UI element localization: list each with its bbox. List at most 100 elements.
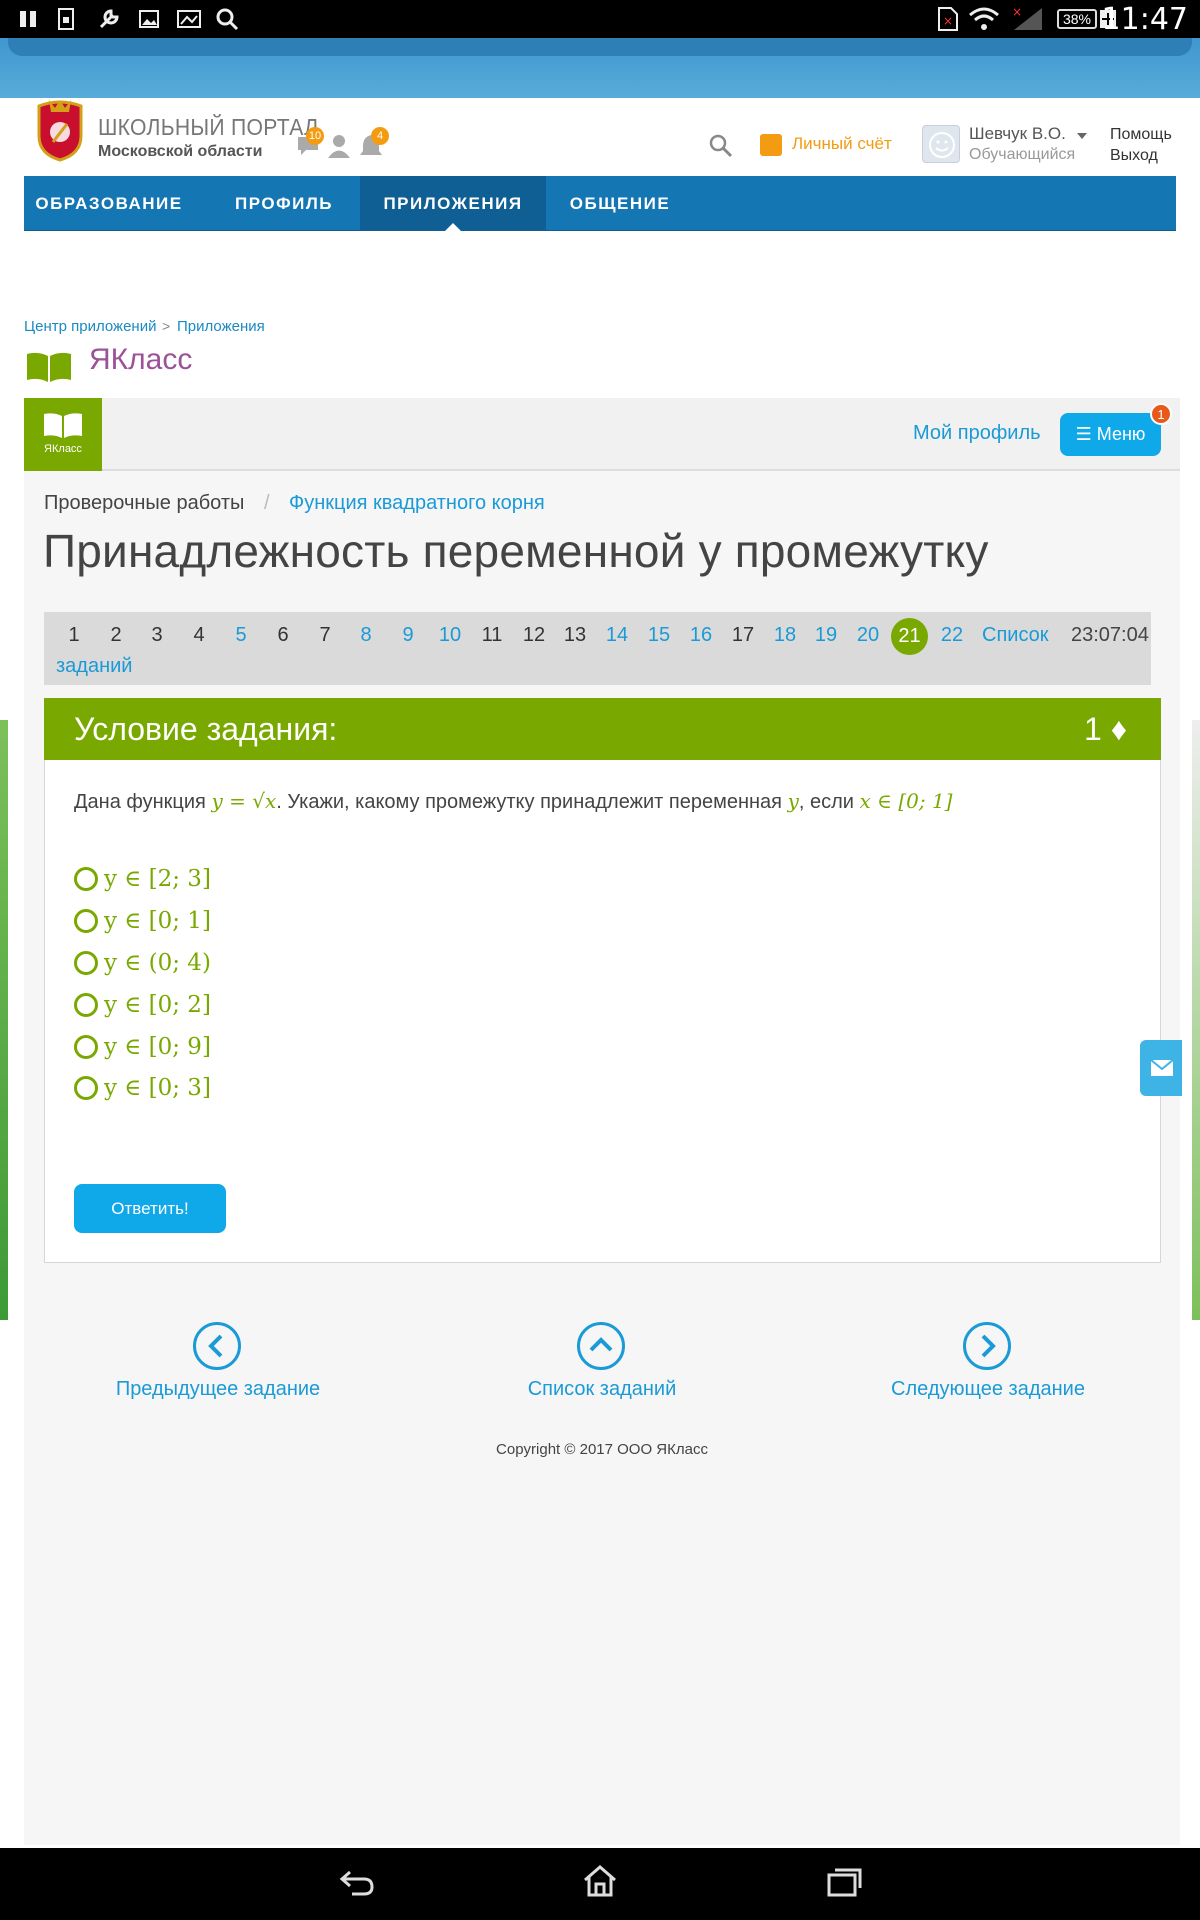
breadcrumb-tests[interactable]: Проверочные работы [44, 492, 244, 515]
task-number-21[interactable]: 21 [891, 618, 928, 655]
wrench-icon [97, 6, 121, 32]
user-icon[interactable] [326, 133, 352, 159]
radio-button[interactable] [74, 909, 98, 933]
user-role: Обучающийся [969, 146, 1076, 163]
user-name[interactable]: Шевчук В.О. [969, 124, 1066, 144]
page-title: Принадлежность переменной y промежутку [43, 525, 989, 577]
nav-applications[interactable]: ПРИЛОЖЕНИЯ [360, 176, 546, 231]
question-middle: . Укажи, какому промежутку принадлежит п… [276, 791, 788, 813]
wallet-icon[interactable] [760, 134, 782, 156]
question-condition: x ∈ [0; 1] [859, 789, 953, 813]
task-number-5[interactable]: 5 [226, 624, 256, 647]
screenshot-icon [176, 6, 202, 32]
yaklass-logo[interactable] [24, 398, 102, 471]
task-card [44, 698, 1161, 1263]
signal-icon: × [1012, 6, 1046, 32]
task-list-link[interactable]: Список [982, 624, 1049, 647]
breadcrumb-topic[interactable]: Функция квадратного корня [289, 492, 545, 515]
task-list-icon[interactable] [577, 1322, 625, 1370]
back-icon[interactable] [338, 1866, 376, 1903]
radio-button[interactable] [74, 867, 98, 891]
breadcrumb-applications[interactable]: Приложения [177, 318, 265, 335]
side-decoration-left [0, 720, 8, 1320]
nav-education[interactable]: ОБРАЗОВАНИЕ [24, 176, 194, 231]
search-icon [215, 6, 239, 32]
submit-answer-button[interactable]: Ответить! [74, 1184, 226, 1233]
avatar[interactable] [922, 125, 960, 163]
portal-title[interactable]: ШКОЛЬНЫЙ ПОРТАЛ [98, 114, 318, 141]
task-number-8[interactable]: 8 [351, 624, 381, 647]
book-icon [26, 351, 72, 383]
task-number-12: 12 [522, 624, 546, 646]
answer-option-6[interactable]: y ∈ [0; 3] [74, 1073, 211, 1103]
menu-badge: 1 [1150, 403, 1172, 425]
task-number-7: 7 [319, 624, 331, 646]
task-number-19[interactable]: 19 [811, 624, 841, 647]
task-number-17: 17 [731, 624, 755, 646]
question-function: y = √x [211, 789, 277, 813]
help-link[interactable]: Помощь [1110, 126, 1172, 144]
next-task-icon[interactable] [963, 1322, 1011, 1370]
task-number-9[interactable]: 9 [393, 624, 423, 647]
option-label: y ∈ [0; 2] [104, 992, 211, 1018]
option-label: y ∈ [0; 9] [104, 1034, 211, 1060]
task-number-15[interactable]: 15 [644, 624, 674, 647]
hamburger-icon: ☰ [1075, 424, 1092, 444]
recent-apps-icon[interactable] [826, 1866, 862, 1903]
nav-profile[interactable]: ПРОФИЛЬ [194, 176, 374, 231]
prev-task-icon[interactable] [193, 1322, 241, 1370]
breadcrumb-app-center[interactable]: Центр приложений [24, 318, 156, 335]
my-profile-link[interactable]: Мой профиль [913, 422, 1041, 445]
account-link[interactable]: Личный счёт [792, 134, 892, 154]
task-number-10[interactable]: 10 [435, 624, 465, 647]
task-number-16[interactable]: 16 [686, 624, 716, 647]
main-navigation: ОБРАЗОВАНИЕ ПРОФИЛЬ ПРИЛОЖЕНИЯ ОБЩЕНИЕ [24, 176, 1176, 231]
question-prefix: Дана функция [74, 791, 212, 813]
option-label: y ∈ [0; 3] [104, 1075, 211, 1101]
feedback-mail-button[interactable] [1140, 1040, 1182, 1096]
breadcrumb-separator: / [264, 492, 270, 514]
question-variable: y [787, 789, 799, 813]
question-text: Дана функция y = √x. Укажи, какому проме… [74, 789, 952, 814]
yaklass-logo-caption: ЯКласс [44, 443, 82, 455]
answer-option-5[interactable]: y ∈ [0; 9] [74, 1032, 211, 1062]
image-icon [138, 6, 160, 32]
clock: 11:47 [1101, 2, 1188, 37]
android-nav-bar [0, 1848, 1200, 1920]
task-list-bottom-link[interactable]: Список заданий [472, 1378, 732, 1401]
chevron-down-icon[interactable] [1077, 133, 1087, 139]
battery-indicator: 38% [1057, 9, 1097, 29]
radio-button[interactable] [74, 951, 98, 975]
answer-option-2[interactable]: y ∈ [0; 1] [74, 906, 211, 936]
task-list-link-continued[interactable]: заданий [56, 655, 132, 678]
status-bar: × × 38% 11:47 [0, 0, 1200, 38]
option-label: y ∈ [0; 1] [104, 908, 211, 934]
moscow-region-emblem[interactable] [33, 98, 87, 162]
next-task-link[interactable]: Следующее задание [858, 1378, 1118, 1401]
svg-text:×: × [943, 14, 953, 28]
answer-option-4[interactable]: y ∈ [0; 2] [74, 990, 211, 1020]
prev-task-link[interactable]: Предыдущее задание [88, 1378, 348, 1401]
side-decoration-right [1192, 720, 1200, 1320]
search-icon[interactable] [708, 133, 734, 159]
task-number-20[interactable]: 20 [853, 624, 883, 647]
app-title: ЯКласс [89, 343, 193, 376]
menu-button[interactable]: ☰ Меню [1060, 413, 1161, 456]
task-number-14[interactable]: 14 [602, 624, 632, 647]
messages-badge: 10 [306, 127, 324, 145]
sd-card-icon: × [935, 6, 961, 32]
nav-communication[interactable]: ОБЩЕНИЕ [546, 176, 694, 231]
task-number-11: 11 [481, 624, 503, 646]
task-number-22[interactable]: 22 [937, 624, 967, 647]
logout-link[interactable]: Выход [1110, 147, 1158, 165]
task-number-18[interactable]: 18 [770, 624, 800, 647]
radio-button[interactable] [74, 1035, 98, 1059]
timer: 23:07:04 [1071, 624, 1149, 646]
radio-button[interactable] [74, 1076, 98, 1100]
answer-option-3[interactable]: y ∈ (0; 4) [74, 948, 211, 978]
answer-option-1[interactable]: y ∈ [2; 3] [74, 864, 211, 894]
points-value: 1 [1084, 711, 1102, 747]
radio-button[interactable] [74, 993, 98, 1017]
diamond-icon: ♦ [1110, 711, 1128, 747]
home-icon[interactable] [582, 1864, 618, 1903]
